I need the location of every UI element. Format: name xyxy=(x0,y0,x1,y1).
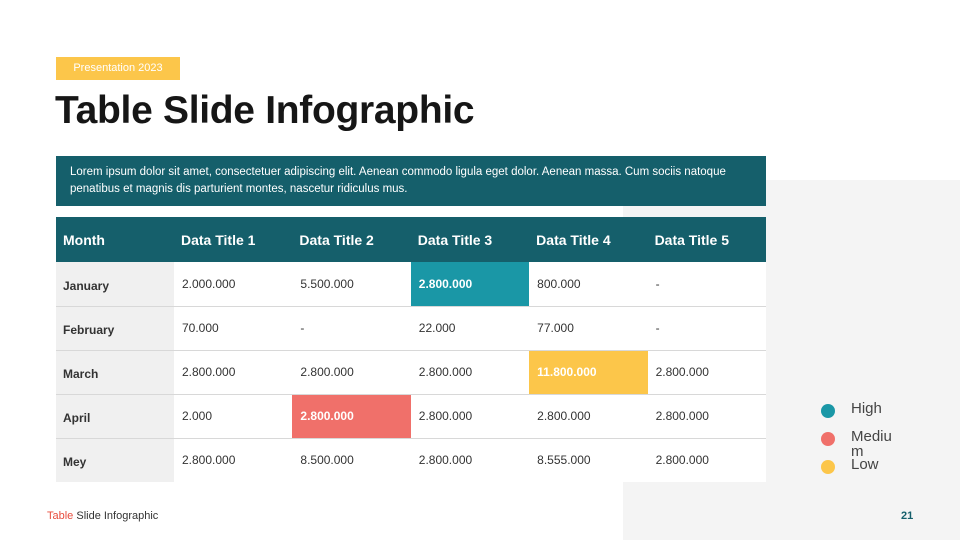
table-cell: 2.800.000 xyxy=(647,350,766,395)
table-cell: 2.800.000 xyxy=(529,394,648,439)
table-row: Mey 2.800.000 8.500.000 2.800.000 8.555.… xyxy=(56,438,766,482)
highlighted-cell-medium: 2.800.000 xyxy=(292,394,411,439)
table-cell: 5.500.000 xyxy=(292,262,411,307)
table-cell: 8.500.000 xyxy=(292,438,411,482)
month-cell: Mey xyxy=(56,438,174,482)
footer-accent: Table xyxy=(47,510,74,522)
header-data-title-3: Data Title 3 xyxy=(410,217,530,262)
table-cell: 2.800.000 xyxy=(174,350,293,395)
dot-icon xyxy=(821,404,835,418)
table-cell: - xyxy=(647,262,766,307)
table-cell: 2.800.000 xyxy=(410,438,530,482)
legend-label: Medium xyxy=(851,428,892,460)
month-cell: January xyxy=(56,262,174,307)
presentation-tag: Presentation 2023 xyxy=(56,57,180,80)
highlighted-cell-high: 2.800.000 xyxy=(410,262,530,307)
month-cell: March xyxy=(56,350,174,395)
header-data-title-4: Data Title 4 xyxy=(529,217,648,262)
table-cell: 800.000 xyxy=(529,262,648,307)
month-cell: February xyxy=(56,306,174,351)
table-cell: 2.800.000 xyxy=(410,394,530,439)
table-cell: 2.800.000 xyxy=(647,394,766,439)
table-cell: - xyxy=(647,306,766,351)
table-cell: 2.800.000 xyxy=(410,350,530,395)
legend-label: Low xyxy=(851,456,879,473)
header-data-title-1: Data Title 1 xyxy=(174,217,293,262)
dot-icon xyxy=(821,432,835,446)
table-header-row: Month Data Title 1 Data Title 2 Data Tit… xyxy=(56,217,766,262)
header-data-title-5: Data Title 5 xyxy=(647,217,766,262)
table-cell: 2.800.000 xyxy=(647,438,766,482)
header-month: Month xyxy=(56,217,174,262)
table-cell: 2.000.000 xyxy=(174,262,293,307)
dot-icon xyxy=(821,460,835,474)
footer-text: Slide Infographic xyxy=(73,510,159,522)
table-row: March 2.800.000 2.800.000 2.800.000 11.8… xyxy=(56,350,766,395)
table-cell: 77.000 xyxy=(529,306,648,351)
data-table: Month Data Title 1 Data Title 2 Data Tit… xyxy=(56,217,766,482)
table-row: April 2.000 2.800.000 2.800.000 2.800.00… xyxy=(56,394,766,439)
table-row: February 70.000 - 22.000 77.000 - xyxy=(56,306,766,351)
month-cell: April xyxy=(56,394,174,439)
table-cell: 2.800.000 xyxy=(292,350,411,395)
legend-label: High xyxy=(851,400,882,417)
table-row: January 2.000.000 5.500.000 2.800.000 80… xyxy=(56,262,766,307)
table-cell: 22.000 xyxy=(410,306,530,351)
footer-title: Table Slide Infographic xyxy=(47,510,158,522)
table-cell: 2.000 xyxy=(174,394,293,439)
description-box: Lorem ipsum dolor sit amet, consectetuer… xyxy=(56,156,766,206)
page-number: 21 xyxy=(901,510,914,522)
table-cell: - xyxy=(292,306,411,351)
table-cell: 70.000 xyxy=(174,306,293,351)
highlighted-cell-low: 11.800.000 xyxy=(529,350,648,395)
header-data-title-2: Data Title 2 xyxy=(292,217,411,262)
table-cell: 8.555.000 xyxy=(529,438,648,482)
table-cell: 2.800.000 xyxy=(174,438,293,482)
slide-title: Table Slide Infographic xyxy=(55,89,475,132)
